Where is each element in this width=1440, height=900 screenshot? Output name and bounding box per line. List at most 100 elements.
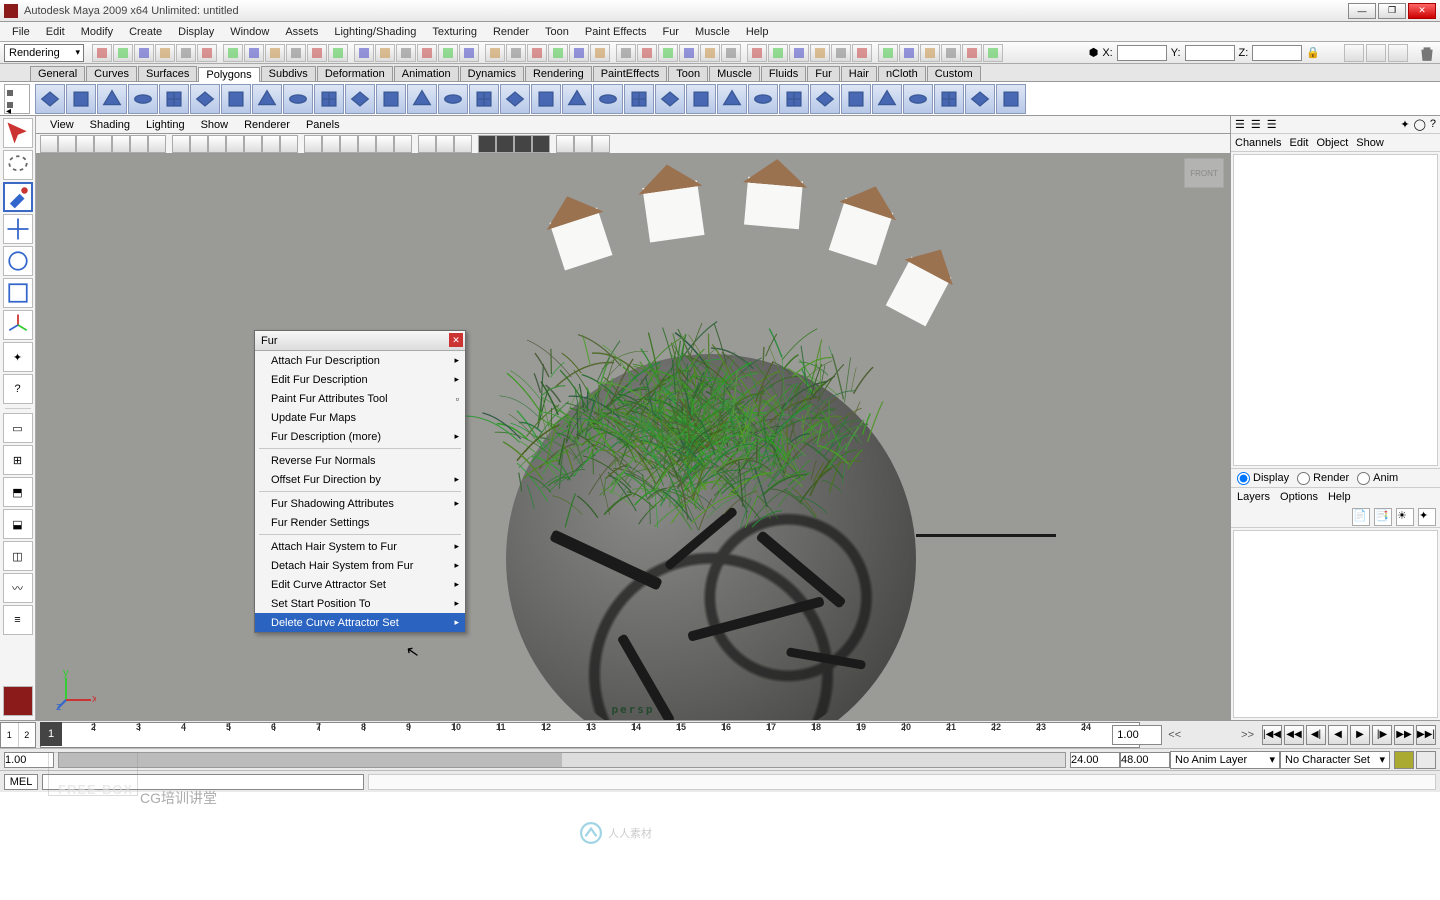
axis-icon[interactable]: ✦	[1400, 118, 1409, 131]
maximize-button[interactable]: ❐	[1378, 3, 1406, 19]
status-icon-10[interactable]	[307, 44, 327, 62]
render-radio[interactable]: Render	[1297, 472, 1349, 485]
vp-icon-22[interactable]	[454, 135, 472, 153]
shelf-tab-ncloth[interactable]: nCloth	[878, 66, 926, 81]
y-input[interactable]	[1185, 45, 1235, 61]
layer-menu-layers[interactable]: Layers	[1237, 491, 1270, 503]
channel-body[interactable]	[1233, 154, 1438, 466]
vp-icon-14[interactable]	[304, 135, 322, 153]
shelf-icon-2[interactable]	[97, 84, 127, 114]
shelf-icon-23[interactable]	[748, 84, 778, 114]
vp-icon-6[interactable]	[148, 135, 166, 153]
view-persp[interactable]: ⬒	[3, 477, 33, 507]
fur-menu-item-attach-hair-system-to-fur[interactable]: Attach Hair System to Fur▸	[255, 537, 465, 556]
layer-new-icon[interactable]: 📄	[1352, 508, 1370, 526]
menu-painteffects[interactable]: Paint Effects	[577, 24, 655, 40]
layer-sun-icon[interactable]: ☀	[1396, 508, 1414, 526]
circle-icon[interactable]: ◯	[1414, 118, 1426, 131]
shelf-icon-8[interactable]	[283, 84, 313, 114]
frame-end-field[interactable]: 1.00	[1112, 725, 1162, 745]
fur-menu-header[interactable]: Fur ✕	[255, 331, 465, 351]
status-icon-36[interactable]	[878, 44, 898, 62]
status-icon-38[interactable]	[920, 44, 940, 62]
workspace-dropdown[interactable]: Rendering	[4, 44, 84, 62]
vp-menu-shading[interactable]: Shading	[82, 119, 138, 131]
status-icon-40[interactable]	[962, 44, 982, 62]
menu-fur[interactable]: Fur	[654, 24, 687, 40]
range-outer-field[interactable]	[1120, 752, 1170, 768]
vp-menu-renderer[interactable]: Renderer	[236, 119, 298, 131]
sidebar-toggle-3[interactable]	[1388, 44, 1408, 62]
shelf-icon-12[interactable]	[407, 84, 437, 114]
minimize-button[interactable]: —	[1348, 3, 1376, 19]
status-icon-26[interactable]	[658, 44, 678, 62]
snap-icon[interactable]: ⬢	[1089, 46, 1099, 59]
shelf-tab-hair[interactable]: Hair	[841, 66, 877, 81]
shelf-icon-17[interactable]	[562, 84, 592, 114]
view-hyper[interactable]: ◫	[3, 541, 33, 571]
help-icon[interactable]: ?	[1430, 118, 1436, 131]
menu-display[interactable]: Display	[170, 24, 222, 40]
status-icon-31[interactable]	[768, 44, 788, 62]
vp-icon-24[interactable]	[496, 135, 514, 153]
quick-layout[interactable]	[3, 686, 33, 716]
status-icon-33[interactable]	[810, 44, 830, 62]
layer-menu-help[interactable]: Help	[1328, 491, 1351, 503]
status-icon-19[interactable]	[506, 44, 526, 62]
channel-tab-edit[interactable]: Edit	[1289, 137, 1308, 149]
shelf-icon-1[interactable]	[66, 84, 96, 114]
key-icon[interactable]	[1394, 751, 1414, 769]
menu-create[interactable]: Create	[121, 24, 170, 40]
rotate-tool[interactable]	[3, 246, 33, 276]
step-forward-button[interactable]: |▶	[1372, 725, 1392, 745]
menu-assets[interactable]: Assets	[277, 24, 326, 40]
shelf-icon-27[interactable]	[872, 84, 902, 114]
status-icon-32[interactable]	[789, 44, 809, 62]
paint-select-tool[interactable]	[3, 182, 33, 212]
layer-list[interactable]	[1233, 530, 1438, 718]
fur-menu-item-fur-description-more-[interactable]: Fur Description (more)▸	[255, 427, 465, 446]
channel-tab-show[interactable]: Show	[1356, 137, 1384, 149]
status-icon-22[interactable]	[569, 44, 589, 62]
fur-menu-item-paint-fur-attributes-tool[interactable]: Paint Fur Attributes Tool▫	[255, 389, 465, 408]
layer-assign-icon[interactable]: 📑	[1374, 508, 1392, 526]
vp-icon-23[interactable]	[478, 135, 496, 153]
vp-icon-17[interactable]	[358, 135, 376, 153]
select-tool[interactable]	[3, 118, 33, 148]
menu-lightingshading[interactable]: Lighting/Shading	[326, 24, 424, 40]
shelf-tab-toon[interactable]: Toon	[668, 66, 708, 81]
status-icon-21[interactable]	[548, 44, 568, 62]
vp-icon-12[interactable]	[262, 135, 280, 153]
timeline-frames[interactable]: 123456789101112131415161718192021222324	[40, 722, 1140, 748]
shelf-tab-painteffects[interactable]: PaintEffects	[593, 66, 668, 81]
current-frame-marker[interactable]: 1	[40, 722, 62, 746]
shelf-tab-subdivs[interactable]: Subdivs	[261, 66, 316, 81]
vp-icon-5[interactable]	[130, 135, 148, 153]
forward-end-button[interactable]: ▶▶|	[1416, 725, 1436, 745]
shelf-icon-30[interactable]	[965, 84, 995, 114]
shelf-icon-25[interactable]	[810, 84, 840, 114]
shelf-tab-polygons[interactable]: Polygons	[198, 67, 259, 82]
z-input[interactable]	[1252, 45, 1302, 61]
shelf-icon-10[interactable]	[345, 84, 375, 114]
fur-menu-item-offset-fur-direction-by[interactable]: Offset Fur Direction by▸	[255, 470, 465, 489]
vp-menu-panels[interactable]: Panels	[298, 119, 348, 131]
shelf-icon-15[interactable]	[500, 84, 530, 114]
rewind-button[interactable]: ◀◀	[1284, 725, 1304, 745]
shelf-icon-24[interactable]	[779, 84, 809, 114]
shelf-tab-dynamics[interactable]: Dynamics	[460, 66, 524, 81]
view-four[interactable]: ⊞	[3, 445, 33, 475]
step-back-button[interactable]: ◀|	[1306, 725, 1326, 745]
lasso-tool[interactable]	[3, 150, 33, 180]
status-icon-41[interactable]	[983, 44, 1003, 62]
status-icon-5[interactable]	[197, 44, 217, 62]
view-script[interactable]: ≡	[3, 605, 33, 635]
menu-toon[interactable]: Toon	[537, 24, 577, 40]
last-tool[interactable]: ?	[3, 374, 33, 404]
shelf-icon-29[interactable]	[934, 84, 964, 114]
vp-icon-25[interactable]	[514, 135, 532, 153]
list-icon-3[interactable]: ☰	[1267, 118, 1277, 131]
view-cube[interactable]: FRONT	[1184, 158, 1224, 188]
status-icon-7[interactable]	[244, 44, 264, 62]
shelf-menu-toggle[interactable]	[4, 84, 30, 114]
